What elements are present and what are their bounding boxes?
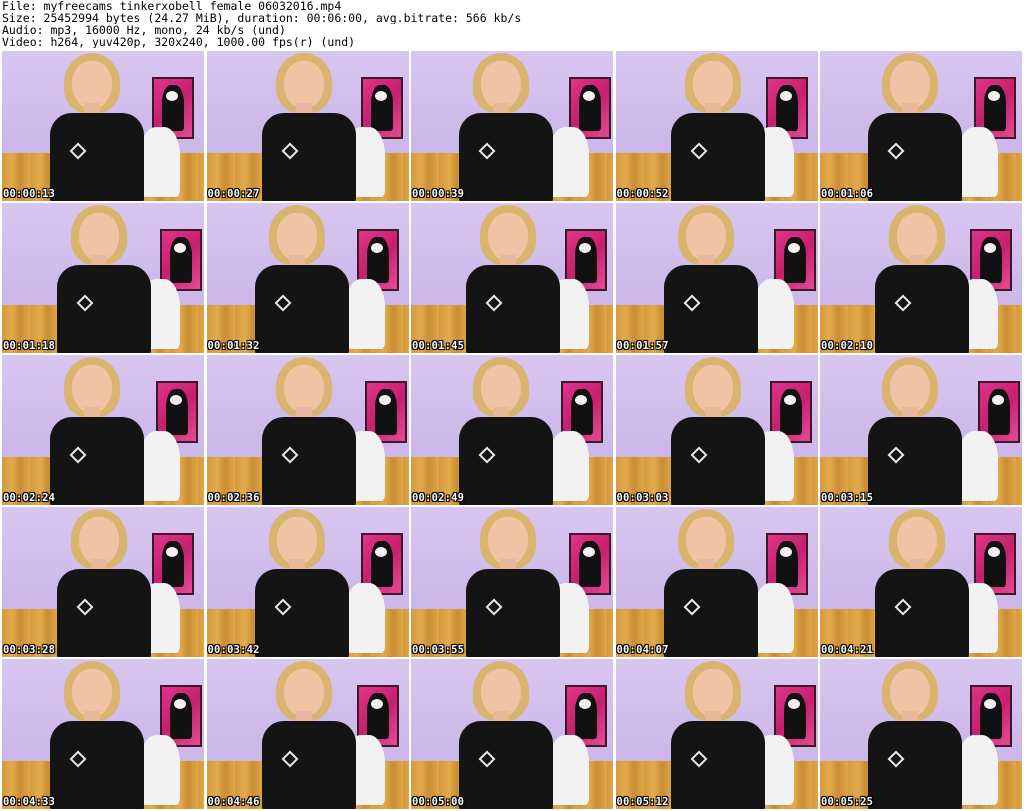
video-thumbnail: 00:00:39 — [411, 51, 613, 201]
thumbnail-timestamp: 00:00:27 — [207, 188, 260, 200]
video-thumbnail: 00:00:27 — [206, 51, 409, 201]
person-figure — [455, 659, 565, 809]
thumbnail-timestamp: 00:03:42 — [207, 644, 260, 656]
person-figure — [462, 507, 572, 657]
audio-info-line: Audio: mp3, 16000 Hz, mono, 24 kb/s (und… — [2, 24, 286, 36]
person-figure — [667, 51, 777, 201]
video-thumbnail: 00:01:18 — [2, 203, 204, 353]
thumbnail-timestamp: 00:00:52 — [616, 188, 669, 200]
video-thumbnail: 00:00:52 — [615, 51, 818, 201]
video-thumbnail: 00:03:55 — [411, 507, 613, 657]
thumbnail-timestamp: 00:00:13 — [3, 188, 56, 200]
thumbnail-timestamp: 00:05:00 — [412, 796, 465, 808]
thumbnail-timestamp: 00:02:36 — [207, 492, 260, 504]
person-figure — [251, 203, 361, 353]
video-thumbnail: 00:03:42 — [206, 507, 409, 657]
thumbnail-timestamp: 00:03:03 — [616, 492, 669, 504]
person-figure — [660, 203, 770, 353]
video-thumbnail: 00:04:46 — [206, 659, 409, 809]
video-thumbnail: 00:04:21 — [820, 507, 1022, 657]
thumbnail-timestamp: 00:03:15 — [821, 492, 874, 504]
person-figure — [53, 507, 163, 657]
thumbnail-grid: 00:00:13 00:00:27 00:00:39 00:00:52 00:01:06… — [2, 51, 1022, 809]
person-figure — [455, 51, 565, 201]
person-figure — [46, 51, 156, 201]
person-figure — [258, 51, 368, 201]
thumbnail-timestamp: 00:04:46 — [207, 796, 260, 808]
thumbnail-timestamp: 00:01:32 — [207, 340, 260, 352]
thumbnail-timestamp: 00:00:39 — [412, 188, 465, 200]
file-name-line: File: myfreecams_tinkerxobell_female_060… — [2, 0, 342, 12]
person-figure — [46, 659, 156, 809]
person-figure — [864, 659, 974, 809]
person-figure — [53, 203, 163, 353]
thumbnail-timestamp: 00:01:06 — [821, 188, 874, 200]
video-thumbnail: 00:03:15 — [820, 355, 1022, 505]
video-thumbnail: 00:02:49 — [411, 355, 613, 505]
person-figure — [660, 507, 770, 657]
video-thumbnail: 00:01:06 — [820, 51, 1022, 201]
thumbnail-timestamp: 00:05:25 — [821, 796, 874, 808]
person-figure — [667, 659, 777, 809]
video-thumbnail: 00:05:25 — [820, 659, 1022, 809]
person-figure — [46, 355, 156, 505]
person-figure — [258, 659, 368, 809]
video-thumbnail: 00:02:24 — [2, 355, 204, 505]
person-figure — [864, 51, 974, 201]
video-info-line: Video: h264, yuv420p, 320x240, 1000.00 f… — [2, 36, 356, 48]
video-thumbnail: 00:04:33 — [2, 659, 204, 809]
video-thumbnail: 00:01:45 — [411, 203, 613, 353]
video-thumbnail: 00:04:07 — [615, 507, 818, 657]
video-thumbnail: 00:03:03 — [615, 355, 818, 505]
person-figure — [455, 355, 565, 505]
thumbnail-timestamp: 00:03:28 — [3, 644, 56, 656]
video-thumbnail: 00:05:12 — [615, 659, 818, 809]
person-figure — [871, 203, 981, 353]
person-figure — [667, 355, 777, 505]
file-size-line: Size: 25452994 bytes (24.27 MiB), durati… — [2, 12, 522, 24]
thumbnail-timestamp: 00:04:21 — [821, 644, 874, 656]
video-thumbnail: 00:00:13 — [2, 51, 204, 201]
thumbnail-timestamp: 00:02:10 — [821, 340, 874, 352]
video-thumbnail: 00:01:32 — [206, 203, 409, 353]
thumbnail-timestamp: 00:01:18 — [3, 340, 56, 352]
file-info-header: File: myfreecams_tinkerxobell_female_060… — [2, 0, 1022, 48]
thumbnail-timestamp: 00:04:33 — [3, 796, 56, 808]
person-figure — [462, 203, 572, 353]
video-thumbnail: 00:02:10 — [820, 203, 1022, 353]
video-thumbnail: 00:02:36 — [206, 355, 409, 505]
thumbnail-timestamp: 00:03:55 — [412, 644, 465, 656]
video-thumbnail: 00:05:00 — [411, 659, 613, 809]
person-figure — [251, 507, 361, 657]
thumbnail-timestamp: 00:01:45 — [412, 340, 465, 352]
video-thumbnail: 00:01:57 — [615, 203, 818, 353]
thumbnail-timestamp: 00:02:49 — [412, 492, 465, 504]
person-figure — [871, 507, 981, 657]
person-figure — [864, 355, 974, 505]
video-thumbnail: 00:03:28 — [2, 507, 204, 657]
thumbnail-timestamp: 00:04:07 — [616, 644, 669, 656]
person-figure — [258, 355, 368, 505]
thumbnail-timestamp: 00:02:24 — [3, 492, 56, 504]
thumbnail-timestamp: 00:05:12 — [616, 796, 669, 808]
thumbnail-timestamp: 00:01:57 — [616, 340, 669, 352]
